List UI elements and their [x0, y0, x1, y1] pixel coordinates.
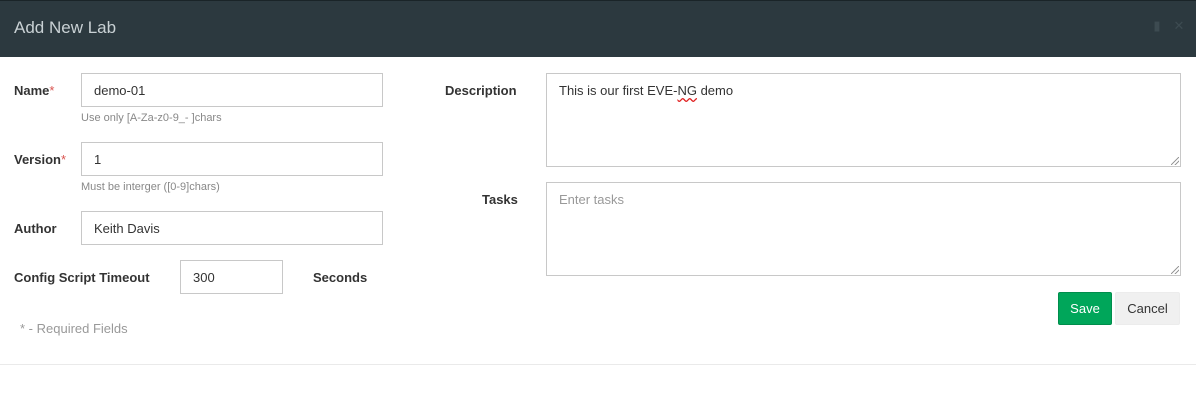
required-marker: *	[49, 83, 55, 98]
tasks-textarea[interactable]	[546, 182, 1181, 276]
author-label: Author	[14, 221, 57, 236]
header-icons: ▮ ✕	[1150, 19, 1186, 33]
required-fields-note: * - Required Fields	[20, 321, 128, 336]
close-icon[interactable]: ✕	[1172, 19, 1186, 33]
modal-header: Add New Lab ▮ ✕	[0, 0, 1196, 57]
spellcheck-word: NG	[677, 83, 697, 98]
required-marker: *	[60, 152, 67, 167]
tasks-label: Tasks	[482, 192, 518, 207]
version-hint: Must be interger ([0-9]chars)	[81, 181, 220, 193]
timeout-unit: Seconds	[313, 270, 368, 285]
name-label: Name*	[14, 83, 55, 98]
description-textarea[interactable]: This is our first EVE-NG demo	[546, 73, 1181, 167]
name-hint: Use only [A-Za-z0-9_- ]chars	[81, 112, 222, 124]
save-button[interactable]: Save	[1058, 292, 1112, 325]
resize-grip-icon[interactable]	[1171, 266, 1179, 274]
author-input[interactable]	[81, 211, 383, 245]
version-input[interactable]	[81, 142, 383, 176]
timeout-label: Config Script Timeout	[14, 270, 150, 285]
name-input[interactable]	[81, 73, 383, 107]
description-label: Description	[445, 83, 517, 98]
version-label: Version*	[14, 152, 67, 167]
modal-title: Add New Lab	[14, 18, 117, 37]
timeout-input[interactable]	[180, 260, 283, 294]
cancel-button[interactable]: Cancel	[1115, 292, 1180, 325]
trash-icon[interactable]: ▮	[1150, 19, 1164, 33]
resize-grip-icon[interactable]	[1171, 157, 1179, 165]
divider	[0, 364, 1196, 365]
